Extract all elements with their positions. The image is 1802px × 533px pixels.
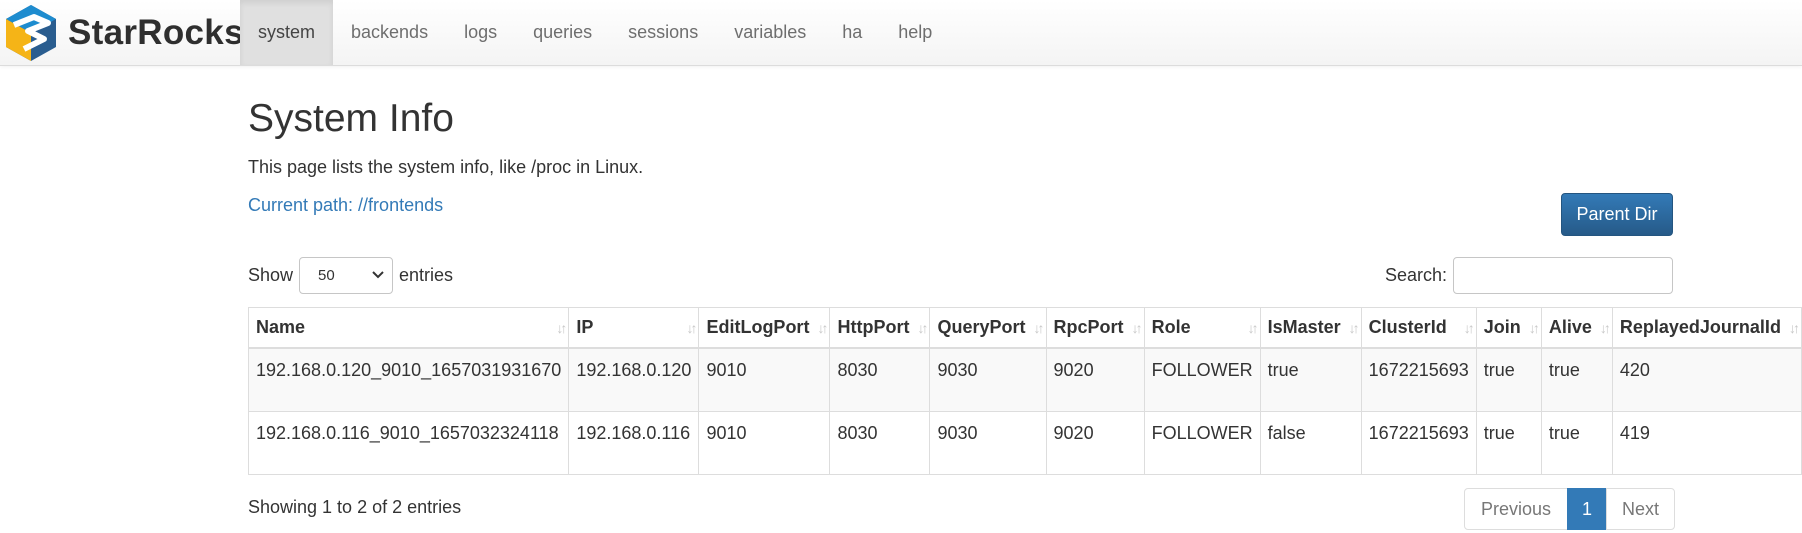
table-cell: 192.168.0.116_9010_1657032324118 — [247, 410, 570, 475]
nav-item-system[interactable]: system — [240, 0, 334, 65]
sort-icon: ↓↑ — [1348, 320, 1360, 336]
navbar: StarRocks system backends logs queries s… — [0, 0, 1802, 66]
column-header-clusterid[interactable]: ClusterId ↓↑ — [1360, 307, 1477, 349]
page-description: This page lists the system info, like /p… — [248, 157, 644, 177]
column-header-name[interactable]: Name ↓↑ — [247, 307, 570, 349]
table-cell: 9030 — [929, 410, 1047, 475]
search-input[interactable] — [1453, 256, 1674, 294]
sort-icon: ↓↑ — [1463, 320, 1475, 336]
table-cell: FOLLOWER — [1143, 347, 1261, 412]
table-cell: 9020 — [1045, 347, 1145, 412]
table-cell: 419 — [1611, 410, 1802, 475]
page-size-value: 50 — [318, 266, 335, 284]
table-info: Showing 1 to 2 of 2 entries — [248, 497, 462, 517]
table-cell: 1672215693 — [1360, 410, 1477, 475]
sort-icon: ↓↑ — [686, 320, 697, 336]
nav-item-backends[interactable]: backends — [333, 0, 446, 65]
nav-item-variables[interactable]: variables — [716, 0, 824, 65]
table-cell: true — [1540, 347, 1613, 412]
nav-item-queries[interactable]: queries — [515, 0, 610, 65]
sort-icon: ↓↑ — [1789, 320, 1800, 336]
column-header-join[interactable]: Join ↓↑ — [1475, 307, 1542, 349]
table-cell: true — [1475, 347, 1542, 412]
table-cell: 420 — [1611, 347, 1802, 412]
parent-dir-button[interactable]: Parent Dir — [1561, 193, 1673, 236]
previous-button[interactable]: Previous — [1464, 488, 1569, 530]
table-cell: 9010 — [698, 410, 831, 475]
nav-item-help[interactable]: help — [880, 0, 950, 65]
table-cell: 9020 — [1045, 410, 1145, 475]
table-row: 192.168.0.116_9010_1657032324118 192.168… — [247, 410, 1802, 475]
show-label: Show — [248, 264, 294, 285]
starrocks-logo-icon — [6, 5, 56, 61]
table-cell: true — [1475, 410, 1542, 475]
table-row: 192.168.0.120_9010_1657031931670 192.168… — [247, 347, 1802, 412]
sort-icon: ↓↑ — [1033, 320, 1045, 336]
search-control: Search: — [1385, 256, 1674, 294]
table-cell: 8030 — [829, 410, 931, 475]
table-header-row: Name ↓↑ IP ↓↑ EditLogPort ↓↑ HttpPort ↓↑ Que… — [247, 307, 1802, 349]
frontends-table: Name ↓↑ IP ↓↑ EditLogPort ↓↑ HttpPort ↓↑ Que… — [247, 307, 1802, 475]
table-cell: false — [1259, 410, 1362, 475]
column-header-httpport[interactable]: HttpPort ↓↑ — [829, 307, 931, 349]
page-title: System Info — [248, 97, 454, 140]
chevron-down-icon — [372, 271, 384, 279]
sort-icon: ↓↑ — [1528, 320, 1540, 336]
table-cell: 192.168.0.120_9010_1657031931670 — [247, 347, 570, 412]
sort-icon: ↓↑ — [556, 320, 567, 336]
sort-icon: ↓↑ — [1247, 320, 1259, 336]
column-header-role[interactable]: Role ↓↑ — [1143, 307, 1261, 349]
search-label: Search: — [1385, 264, 1448, 285]
table-cell: FOLLOWER — [1143, 410, 1261, 475]
table-cell: 192.168.0.120 — [568, 347, 700, 412]
table-cell: 9030 — [929, 347, 1047, 412]
column-header-replayedjournalid[interactable]: ReplayedJournalId ↓↑ — [1611, 307, 1802, 349]
sort-icon: ↓↑ — [1131, 320, 1143, 336]
table-cell: 192.168.0.116 — [568, 410, 700, 475]
brand[interactable]: StarRocks — [4, 3, 244, 63]
column-header-ip[interactable]: IP ↓↑ — [568, 307, 700, 349]
column-header-rpcport[interactable]: RpcPort ↓↑ — [1045, 307, 1145, 349]
brand-name: StarRocks — [68, 13, 244, 52]
column-header-queryport[interactable]: QueryPort ↓↑ — [929, 307, 1047, 349]
table-cell: 8030 — [829, 347, 931, 412]
column-header-editlogport[interactable]: EditLogPort ↓↑ — [698, 307, 831, 349]
column-header-ismaster[interactable]: IsMaster ↓↑ — [1259, 307, 1362, 349]
nav-item-ha[interactable]: ha — [824, 0, 880, 65]
nav-item-sessions[interactable]: sessions — [610, 0, 716, 65]
entries-label: entries — [399, 264, 454, 285]
page-size-control: Show 50 entries — [248, 256, 453, 294]
table-cell: 1672215693 — [1360, 347, 1477, 412]
sort-icon: ↓↑ — [917, 320, 928, 336]
column-header-alive[interactable]: Alive ↓↑ — [1540, 307, 1613, 349]
main-nav: system backends logs queries sessions va… — [240, 0, 950, 65]
page-size-select[interactable]: 50 — [299, 256, 394, 294]
table-cell: 9010 — [698, 347, 831, 412]
page-1-button[interactable]: 1 — [1567, 488, 1608, 530]
sort-icon: ↓↑ — [817, 320, 828, 336]
pagination: Previous 1 Next — [1464, 488, 1676, 530]
next-button[interactable]: Next — [1606, 488, 1676, 530]
table-cell: true — [1259, 347, 1362, 412]
sort-icon: ↓↑ — [1599, 320, 1611, 336]
table-cell: true — [1540, 410, 1613, 475]
nav-item-logs[interactable]: logs — [446, 0, 515, 65]
current-path[interactable]: Current path: //frontends — [248, 195, 443, 216]
